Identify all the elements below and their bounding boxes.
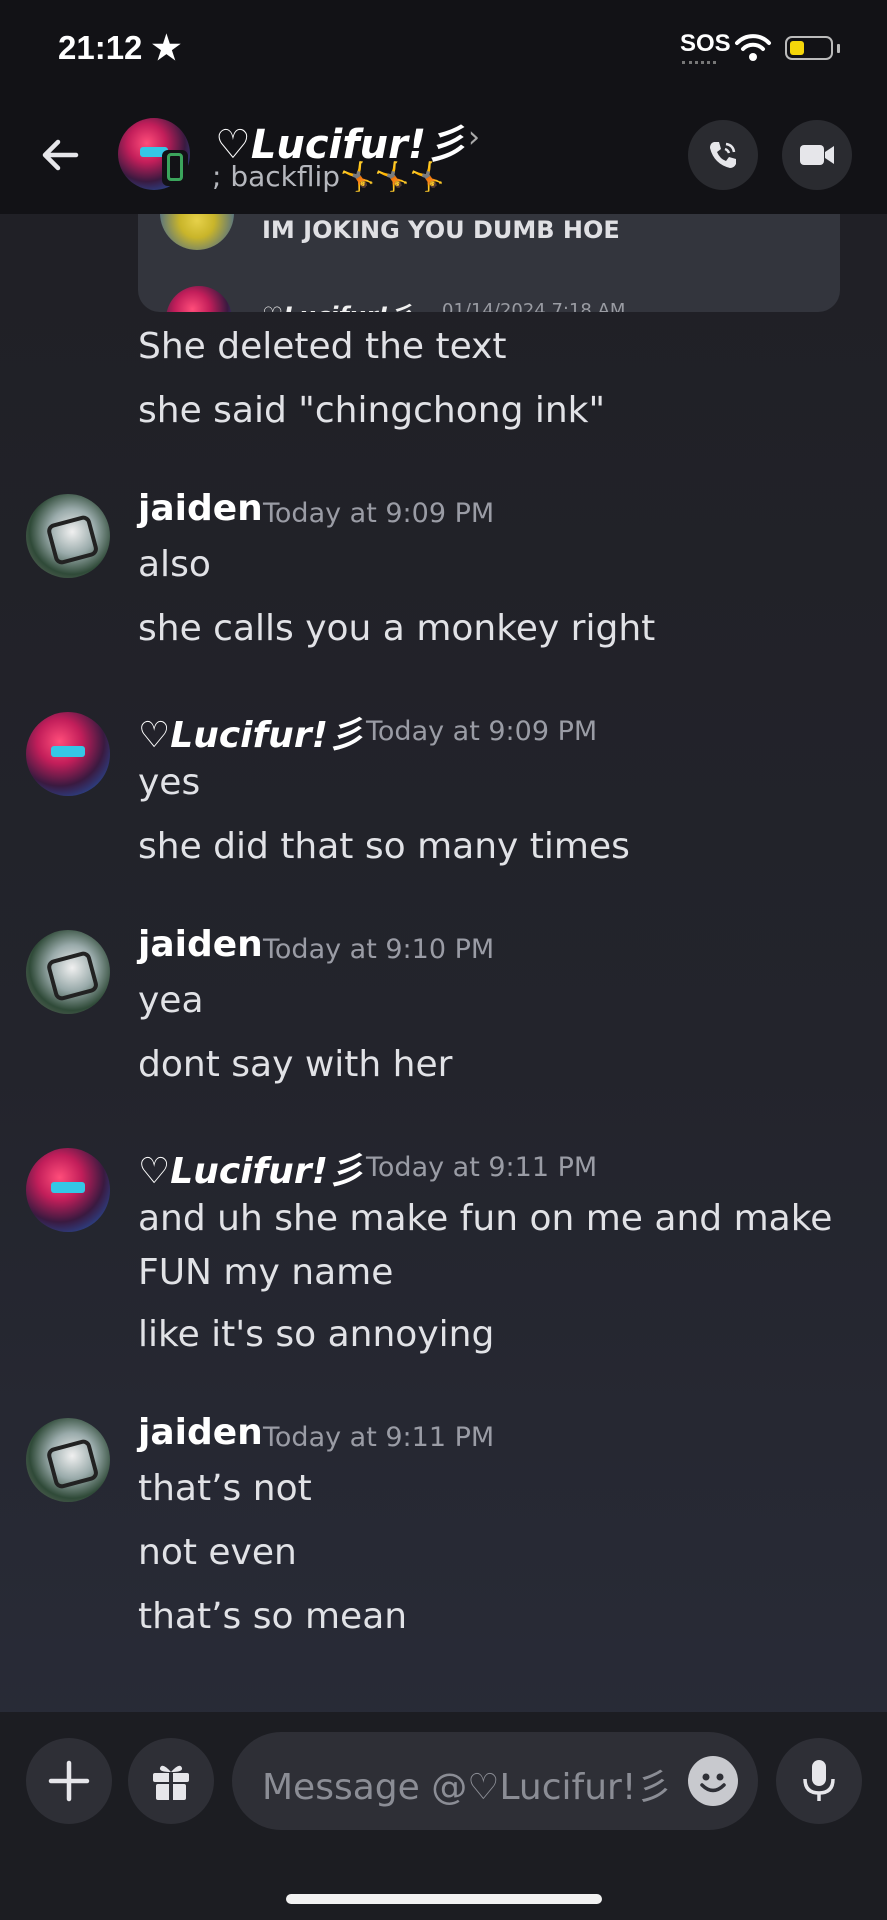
author-avatar[interactable] [26, 1148, 110, 1232]
message-line: that’s so mean [138, 1596, 408, 1637]
plus-icon [48, 1760, 90, 1802]
message-line: She deleted the text [138, 326, 507, 367]
author-avatar[interactable] [26, 1418, 110, 1502]
voice-call-button[interactable] [688, 120, 758, 190]
header-custom-status: ; backflip🤸🤸🤸 [212, 160, 445, 193]
embed-avatar [160, 214, 234, 250]
voice-message-button[interactable] [776, 1738, 862, 1824]
author-name[interactable]: ♡Lucifur!彡 [138, 706, 364, 758]
author-avatar[interactable] [26, 494, 110, 578]
status-bar: 21:12 ★ SOS [0, 0, 887, 100]
message-line: like it's so annoying [138, 1314, 495, 1355]
wifi-icon [735, 34, 771, 61]
message-line: yes [138, 762, 201, 803]
message-line: that’s not [138, 1468, 312, 1509]
message-composer: Message @♡Lucifur!彡 [0, 1712, 887, 1920]
message-line: also [138, 544, 211, 585]
embed-message-text: IM JOKING YOU DUMB HOE [262, 216, 620, 244]
video-call-button[interactable] [782, 120, 852, 190]
battery-tip [837, 44, 840, 53]
message-input[interactable]: Message @♡Lucifur!彡 [232, 1732, 758, 1830]
embed-author-name: ♡Lucifur!彡 [262, 296, 413, 312]
message-line: not even [138, 1532, 297, 1573]
message-timestamp: Today at 9:10 PM [263, 934, 495, 965]
clock: 21:12 ★ [58, 29, 182, 66]
battery-icon [785, 36, 833, 60]
message-timestamp: Today at 9:11 PM [263, 1422, 495, 1453]
home-indicator[interactable] [286, 1894, 602, 1904]
author-name[interactable]: jaiden [138, 924, 263, 965]
chevron-right-icon[interactable]: › [468, 120, 480, 155]
reply-embed[interactable]: IM JOKING YOU DUMB HOE ♡Lucifur!彡 01/14/… [138, 214, 840, 312]
author-name[interactable]: jaiden [138, 488, 263, 529]
sos-indicator: SOS [680, 30, 731, 57]
message-line: and uh she make fun on me and make FUN m… [138, 1198, 833, 1293]
message-line: she said "chingchong ink" [138, 390, 606, 431]
message-timestamp: Today at 9:09 PM [263, 498, 495, 529]
emoji-icon[interactable] [688, 1756, 738, 1806]
author-name[interactable]: ♡Lucifur!彡 [138, 1142, 364, 1194]
message-line: yea [138, 980, 204, 1021]
message-placeholder: Message @♡Lucifur!彡 [262, 1767, 673, 1808]
embed-timestamp: 01/14/2024 7:18 AM [442, 300, 626, 312]
microphone-icon [803, 1760, 835, 1801]
author-avatar[interactable] [26, 712, 110, 796]
message-timestamp: Today at 9:09 PM [366, 716, 598, 747]
dm-header: ♡Lucifur!彡 › ; backflip🤸🤸🤸 [0, 100, 887, 214]
message-line: she did that so many times [138, 826, 630, 867]
video-call-icon [800, 145, 834, 165]
add-attachment-button[interactable] [26, 1738, 112, 1824]
embed-author-avatar [166, 286, 232, 312]
mobile-status-icon [162, 150, 188, 186]
message-line: she calls you a monkey right [138, 608, 656, 649]
author-name[interactable]: jaiden [138, 1412, 263, 1453]
gift-button[interactable] [128, 1738, 214, 1824]
message-timestamp: Today at 9:11 PM [366, 1152, 598, 1183]
back-arrow-icon[interactable] [36, 130, 86, 180]
phone-call-icon [710, 142, 736, 168]
signal-dots [682, 61, 716, 68]
message-line: dont say with her [138, 1044, 453, 1085]
author-avatar[interactable] [26, 930, 110, 1014]
gift-icon [153, 1765, 189, 1800]
